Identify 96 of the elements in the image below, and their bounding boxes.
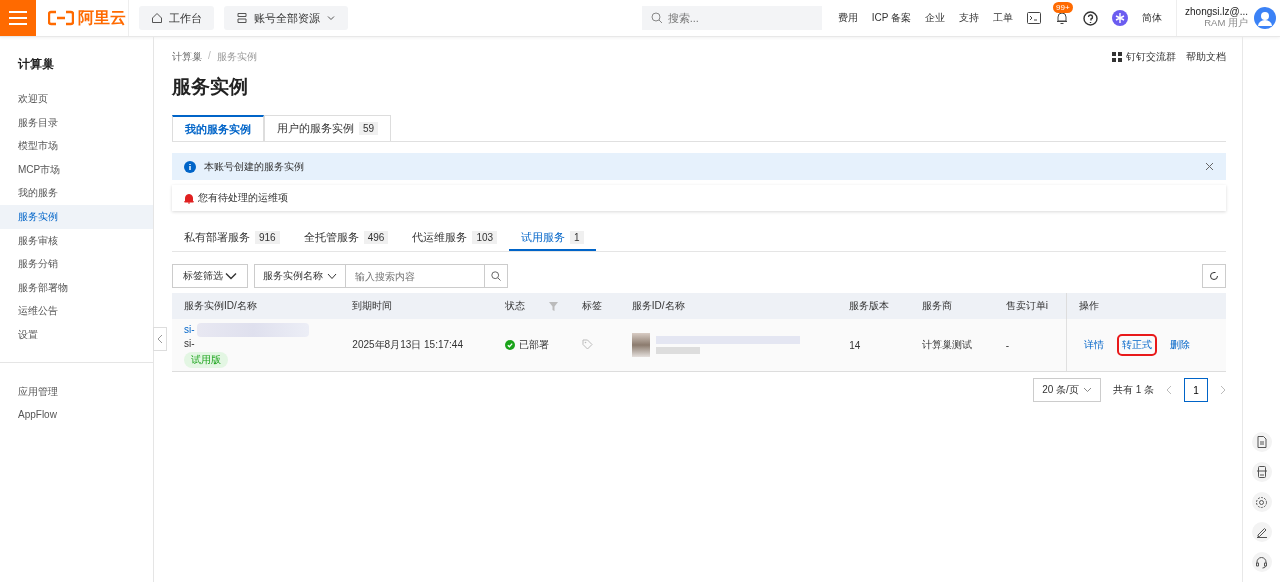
table-cell: 14 xyxy=(837,319,910,372)
page-title: 服务实例 xyxy=(172,77,249,99)
search-field[interactable]: 输入搜索内容 xyxy=(346,264,484,288)
info-alert: 本账号创建的服务实例 xyxy=(172,153,1226,180)
headset-icon[interactable] xyxy=(1251,552,1272,572)
user-role: RAM 用户 xyxy=(1204,17,1248,30)
column-header: 服务版本 xyxy=(837,293,910,319)
phone-icon[interactable] xyxy=(1251,462,1272,482)
grid-icon xyxy=(1112,52,1122,62)
assistant-icon[interactable] xyxy=(1112,10,1129,26)
nav-link[interactable]: 企业 xyxy=(925,11,946,25)
bell-icon[interactable] xyxy=(1055,11,1070,25)
column-header: 服务ID/名称 xyxy=(619,293,838,319)
sidebar-item[interactable]: 服务审核 xyxy=(0,228,153,253)
tab[interactable]: 全托管服务 496 xyxy=(291,225,401,251)
breadcrumb-link[interactable]: 计算巢 xyxy=(172,50,202,64)
sidebar-item[interactable]: AppFlow xyxy=(0,403,153,427)
status-text: 已部署 xyxy=(518,338,549,352)
workbench-button[interactable]: 工作台 xyxy=(139,6,214,30)
search-icon xyxy=(650,12,663,24)
tag-filter-dropdown[interactable]: 标签筛选 xyxy=(172,264,248,288)
table-cell: 2025年8月13日 15:17:44 xyxy=(340,319,493,372)
chevron-left-icon xyxy=(157,334,163,344)
chevron-down-icon xyxy=(225,272,237,280)
tab[interactable]: 代运维服务 103 xyxy=(400,225,510,251)
nav-link[interactable]: 工单 xyxy=(993,11,1014,25)
language-link[interactable]: 简体 xyxy=(1142,11,1163,25)
sidebar-item[interactable]: 模型市场 xyxy=(0,134,153,158)
sidebar-item[interactable]: 服务分销 xyxy=(0,252,153,276)
menu-button[interactable] xyxy=(0,0,36,36)
chevron-down-icon xyxy=(1082,387,1092,393)
user-name[interactable]: zhongsi.lz@... xyxy=(1185,6,1248,17)
sidebar-item[interactable]: 运维公告 xyxy=(0,299,153,323)
sidebar-item[interactable]: 设置 xyxy=(0,322,153,347)
column-header: 状态 xyxy=(492,293,570,319)
chevron-down-icon xyxy=(327,272,337,280)
resources-dropdown[interactable]: 账号全部资源 xyxy=(224,6,348,30)
tab[interactable]: 试用服务 1 xyxy=(509,225,596,251)
document-icon[interactable] xyxy=(1251,432,1272,452)
collapse-button[interactable] xyxy=(153,327,167,351)
tab[interactable]: 我的服务实例 xyxy=(172,115,264,141)
sidebar-item[interactable]: 欢迎页 xyxy=(0,87,153,111)
action-link[interactable]: 转正式 xyxy=(1117,334,1158,356)
sidebar-title: 计算巢 xyxy=(16,56,55,73)
instance-name: si- xyxy=(184,338,195,349)
breadcrumb-separator: / xyxy=(208,50,211,63)
column-header: 到期时间 xyxy=(340,293,493,319)
nav-link[interactable]: 支持 xyxy=(959,11,980,25)
action-link[interactable]: 详情 xyxy=(1079,334,1110,356)
edit-icon[interactable] xyxy=(1251,522,1272,542)
search-icon xyxy=(491,271,501,281)
check-circle-icon xyxy=(504,340,515,350)
search-field[interactable]: 搜索... xyxy=(641,6,822,30)
sidebar-item[interactable]: 应用管理 xyxy=(0,379,153,404)
sidebar-item[interactable]: 服务部署物 xyxy=(0,275,153,300)
menu-icon xyxy=(8,10,28,26)
sidebar-item[interactable]: 服务实例 xyxy=(0,204,153,229)
sidebar-item[interactable]: MCP市场 xyxy=(0,157,153,182)
refresh-icon xyxy=(1209,271,1219,281)
tab[interactable]: 用户的服务实例 59 xyxy=(264,115,392,141)
home-icon xyxy=(151,12,163,24)
logo-icon xyxy=(48,10,74,26)
notice-card: 您有待处理的运维项 xyxy=(172,185,1226,211)
close-icon[interactable] xyxy=(1205,162,1214,171)
page-size-dropdown[interactable]: 20 条/页 xyxy=(1033,378,1101,402)
chevron-down-icon xyxy=(326,13,336,23)
total-count: 共有 1 条 xyxy=(1112,383,1154,397)
stack-icon xyxy=(236,12,248,24)
page-button[interactable]: 1 xyxy=(1184,378,1208,402)
refresh-button[interactable] xyxy=(1202,264,1226,288)
action-link[interactable]: 删除 xyxy=(1165,334,1196,356)
nav-link[interactable]: 费用 xyxy=(837,11,858,25)
column-header: 服务商 xyxy=(909,293,994,319)
avatar-icon[interactable] xyxy=(1254,7,1276,29)
tab[interactable]: 私有部署服务 916 xyxy=(172,225,292,251)
trial-badge: 试用版 xyxy=(184,351,228,368)
header-link[interactable]: 帮助文档 xyxy=(1186,50,1226,64)
sidebar-item[interactable]: 服务目录 xyxy=(0,110,153,135)
column-header: 售卖订单i xyxy=(993,293,1067,319)
header-link[interactable]: 钉钉交流群 xyxy=(1112,50,1176,64)
terminal-icon[interactable] xyxy=(1027,12,1042,24)
instance-id-link[interactable]: si- xyxy=(184,324,195,335)
column-header: 服务实例ID/名称 xyxy=(172,293,341,319)
info-icon xyxy=(184,160,196,173)
table-cell: - xyxy=(993,319,1067,372)
sidebar-item[interactable]: 我的服务 xyxy=(0,181,153,205)
column-header: 标签 xyxy=(569,293,620,319)
column-header: 操作 xyxy=(1066,293,1226,319)
settings-icon[interactable] xyxy=(1251,492,1272,512)
nav-link[interactable]: ICP 备案 xyxy=(871,11,912,25)
table-cell: 计算巢测试 xyxy=(909,319,994,372)
notification-badge: 99+ xyxy=(1053,2,1073,13)
search-button[interactable] xyxy=(484,264,508,288)
field-dropdown[interactable]: 服务实例名称 xyxy=(254,264,346,288)
bell-icon xyxy=(184,192,194,204)
help-icon[interactable] xyxy=(1083,10,1099,26)
